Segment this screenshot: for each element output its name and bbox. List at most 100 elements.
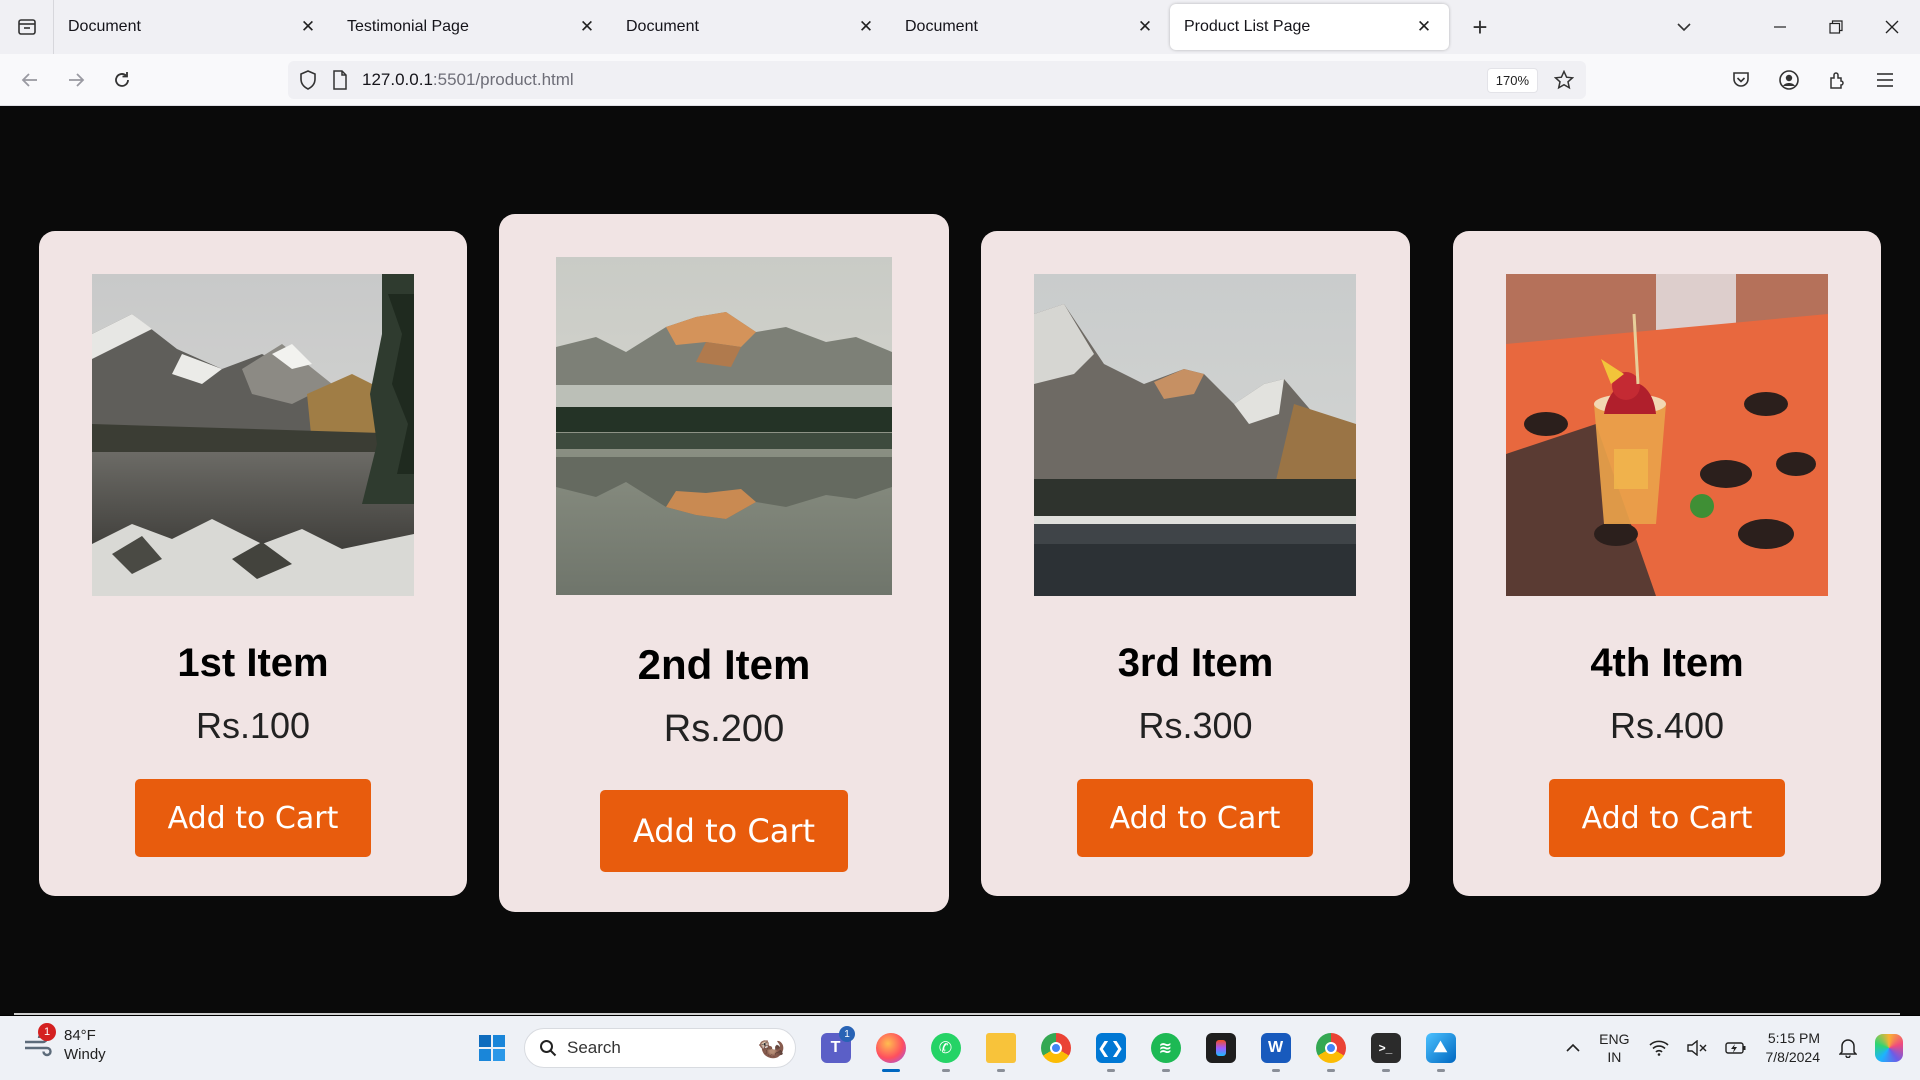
product-price: Rs.200: [663, 708, 785, 750]
wifi-icon[interactable]: [1640, 1040, 1678, 1056]
tab-document-2[interactable]: Document ✕: [612, 0, 891, 54]
tab-title: Document: [905, 18, 978, 35]
battery-charging-icon[interactable]: [1716, 1040, 1756, 1056]
new-tab-button[interactable]: +: [1455, 0, 1505, 54]
clock-date: 7/8/2024: [1765, 1049, 1821, 1065]
wind-icon: 1: [20, 1023, 56, 1063]
product-card: 2nd Item Rs.200 Add to Cart: [499, 214, 949, 912]
pocket-icon[interactable]: [1718, 58, 1764, 102]
menu-hamburger-icon[interactable]: [1862, 58, 1908, 102]
tab-strip: Document ✕ Testimonial Page ✕ Document ✕…: [0, 0, 1920, 54]
vscode-icon[interactable]: ❮❯: [1083, 1024, 1138, 1072]
address-bar[interactable]: 127.0.0.1:5501/product.html 170%: [288, 61, 1586, 99]
tab-testimonial-page[interactable]: Testimonial Page ✕: [333, 0, 612, 54]
taskbar-search-box[interactable]: Search 🦦: [524, 1028, 796, 1068]
tab-document-1[interactable]: Document ✕: [54, 0, 333, 54]
url-path: :5501/product.html: [432, 70, 574, 89]
search-highlight-icon: 🦦: [757, 1035, 785, 1060]
close-icon[interactable]: ✕: [855, 16, 877, 38]
product-price: Rs.400: [1609, 705, 1725, 746]
weather-description: Windy: [64, 1046, 106, 1063]
photos-icon[interactable]: ⛰: [1413, 1024, 1468, 1072]
bookmark-star-icon[interactable]: [1548, 61, 1580, 99]
product-list-page: 1st Item Rs.100 Add to Cart 2nd Item Rs.…: [0, 106, 1920, 1015]
url-text[interactable]: 127.0.0.1:5501/product.html: [362, 70, 1487, 90]
volume-muted-icon[interactable]: [1678, 1040, 1716, 1056]
language-region: IN: [1607, 1049, 1622, 1065]
weather-widget[interactable]: 1 84°F Windy: [20, 1023, 106, 1064]
windows-start-icon[interactable]: [468, 1024, 516, 1072]
search-icon: [540, 1040, 557, 1057]
taskbar: 1 84°F Windy Search 🦦 T 1 ✆ ❮❯ ≋ W >_ ⛰ …: [0, 1016, 1920, 1080]
close-icon[interactable]: ✕: [297, 16, 319, 38]
taskbar-divider: [14, 1013, 1900, 1015]
restore-icon[interactable]: [1808, 0, 1864, 54]
add-to-cart-button[interactable]: Add to Cart: [135, 779, 371, 857]
product-name: 3rd Item: [1117, 641, 1274, 685]
close-icon[interactable]: ✕: [1134, 16, 1156, 38]
product-image-fruit-cup: [1506, 274, 1828, 596]
clock-time: 5:15 PM: [1767, 1030, 1820, 1046]
window-controls: [1656, 0, 1920, 54]
tab-overflow-chevron-icon[interactable]: [1656, 0, 1712, 54]
tab-title: Product List Page: [1184, 18, 1311, 35]
tab-list-button[interactable]: [0, 0, 54, 54]
page-info-icon[interactable]: [324, 61, 356, 99]
tab-document-3[interactable]: Document ✕: [891, 0, 1170, 54]
show-hidden-icons-chevron-icon[interactable]: [1557, 1043, 1589, 1053]
product-name: 4th Item: [1590, 641, 1744, 685]
add-to-cart-button[interactable]: Add to Cart: [1077, 779, 1313, 857]
weather-alert-badge: 1: [38, 1023, 56, 1041]
zoom-level-badge[interactable]: 170%: [1486, 67, 1538, 93]
product-name: 2nd Item: [637, 641, 811, 688]
close-window-icon[interactable]: [1864, 0, 1920, 54]
file-explorer-icon[interactable]: [973, 1024, 1028, 1072]
clock[interactable]: 5:15 PM 7/8/2024: [1756, 1029, 1831, 1067]
tab-product-list-page[interactable]: Product List Page ✕: [1170, 4, 1449, 50]
reload-icon[interactable]: [100, 58, 144, 102]
navigation-toolbar: 127.0.0.1:5501/product.html 170%: [0, 54, 1920, 106]
spotify-icon[interactable]: ≋: [1138, 1024, 1193, 1072]
weather-temperature: 84°F: [64, 1027, 96, 1044]
product-name: 1st Item: [177, 641, 329, 685]
copilot-icon[interactable]: [1866, 1034, 1912, 1062]
product-card: 1st Item Rs.100 Add to Cart: [39, 231, 467, 896]
close-icon[interactable]: ✕: [576, 16, 598, 38]
extensions-icon[interactable]: [1814, 58, 1860, 102]
product-card: 3rd Item Rs.300 Add to Cart: [981, 231, 1410, 896]
minimize-icon[interactable]: [1752, 0, 1808, 54]
notification-bell-icon[interactable]: [1830, 1038, 1866, 1058]
back-arrow-icon[interactable]: [8, 58, 52, 102]
product-image-snow-peaks-lake: [1034, 274, 1356, 596]
whatsapp-icon[interactable]: ✆: [918, 1024, 973, 1072]
forward-arrow-icon[interactable]: [54, 58, 98, 102]
product-image-mountain-reflection: [556, 257, 892, 595]
product-price: Rs.300: [1138, 705, 1253, 746]
tracking-protection-shield-icon[interactable]: [292, 61, 324, 99]
toolbar-actions: [1716, 54, 1908, 106]
language-indicator[interactable]: ENG IN: [1589, 1030, 1639, 1066]
account-icon[interactable]: [1766, 58, 1812, 102]
close-icon[interactable]: ✕: [1413, 16, 1435, 38]
tab-title: Document: [626, 18, 699, 35]
add-to-cart-button[interactable]: Add to Cart: [600, 790, 848, 872]
search-label: Search: [567, 1038, 621, 1057]
language-code: ENG: [1599, 1031, 1630, 1047]
product-price: Rs.100: [195, 705, 311, 746]
system-tray: ENG IN 5:15 PM 7/8/2024: [1557, 1016, 1920, 1080]
terminal-icon[interactable]: >_: [1358, 1024, 1413, 1072]
tab-title: Testimonial Page: [347, 18, 469, 35]
figma-icon[interactable]: [1193, 1024, 1248, 1072]
product-card: 4th Item Rs.400 Add to Cart: [1453, 231, 1881, 896]
product-image-snowy-lake: [92, 274, 414, 596]
url-host: 127.0.0.1: [362, 70, 433, 89]
firefox-icon[interactable]: [863, 1024, 918, 1072]
add-to-cart-button[interactable]: Add to Cart: [1549, 779, 1785, 857]
word-icon[interactable]: W: [1248, 1024, 1303, 1072]
tab-list-icon: [17, 19, 36, 35]
teams-badge: 1: [839, 1026, 855, 1042]
teams-icon[interactable]: T 1: [808, 1024, 863, 1072]
tab-title: Document: [68, 18, 141, 35]
chrome-icon[interactable]: [1028, 1024, 1083, 1072]
chrome-profile-icon[interactable]: [1303, 1024, 1358, 1072]
